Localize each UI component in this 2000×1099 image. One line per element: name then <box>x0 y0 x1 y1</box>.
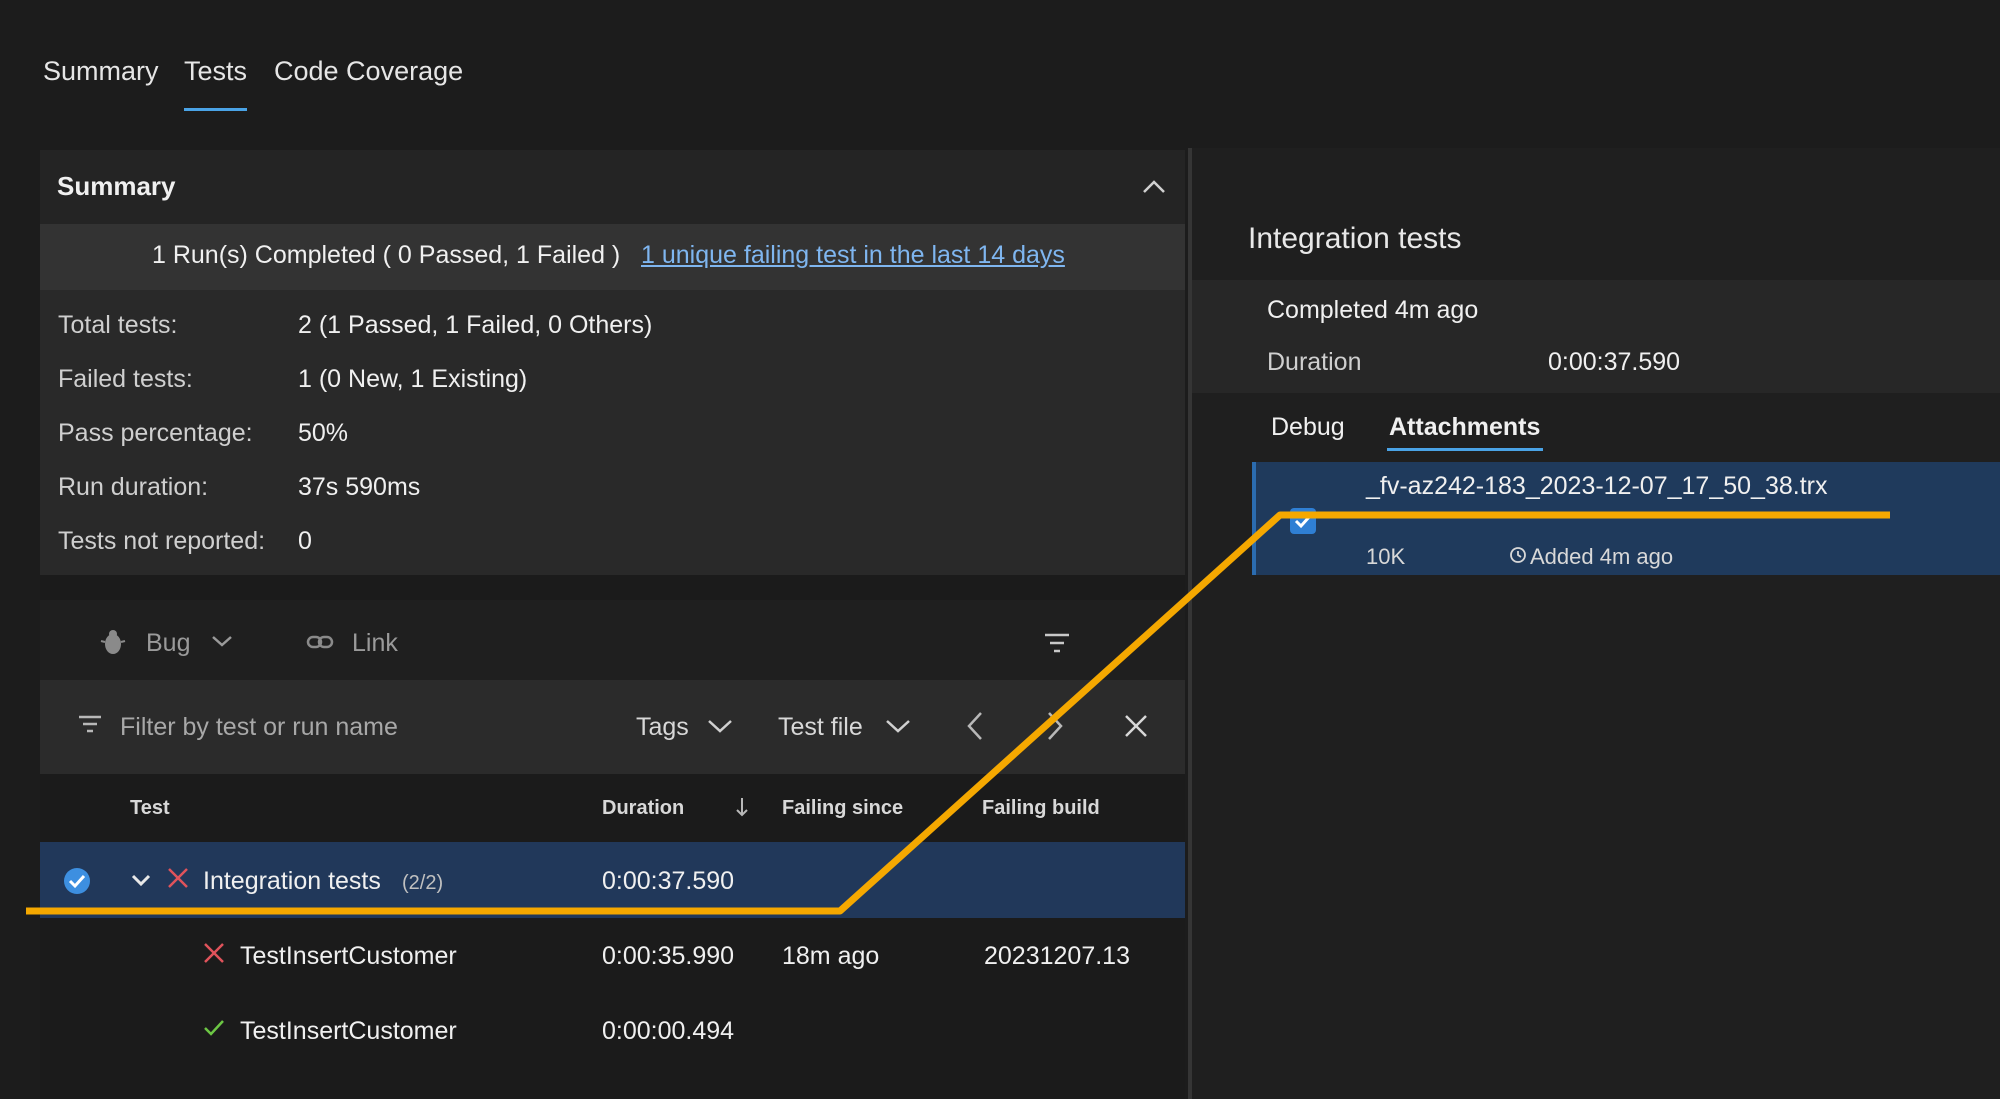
highlight-connector-line <box>26 511 1890 915</box>
